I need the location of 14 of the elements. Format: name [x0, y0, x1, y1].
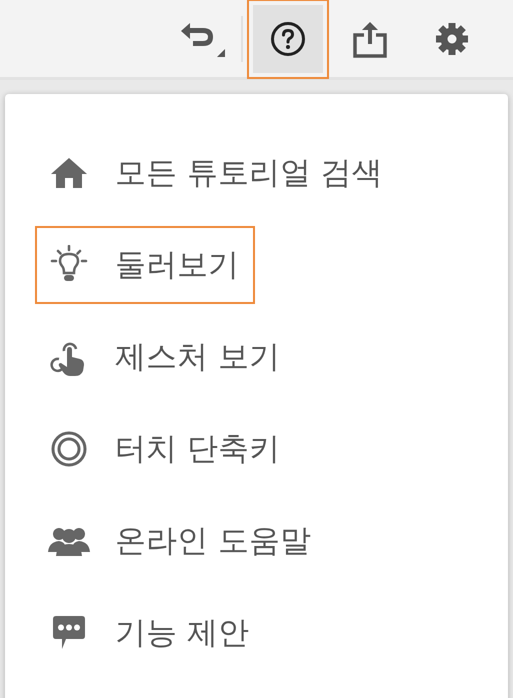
people-icon: [48, 526, 90, 556]
share-icon: [352, 20, 388, 58]
menu-item[interactable]: 제스처 보기: [35, 318, 296, 396]
menu-item[interactable]: 기능 제안: [35, 594, 265, 672]
home-icon: [50, 157, 88, 189]
speech-bubble-icon: [52, 615, 86, 651]
help-button[interactable]: [247, 0, 329, 78]
settings-icon: [434, 20, 470, 56]
menu-item[interactable]: 터치 단축키: [35, 410, 296, 488]
menu-item[interactable]: 둘러보기: [35, 226, 255, 304]
help-icon: [270, 20, 306, 56]
menu-item[interactable]: 모든 튜토리얼 검색: [35, 134, 399, 212]
menu-item[interactable]: 온라인 도움말: [35, 502, 327, 580]
ring-icon: [51, 431, 87, 467]
